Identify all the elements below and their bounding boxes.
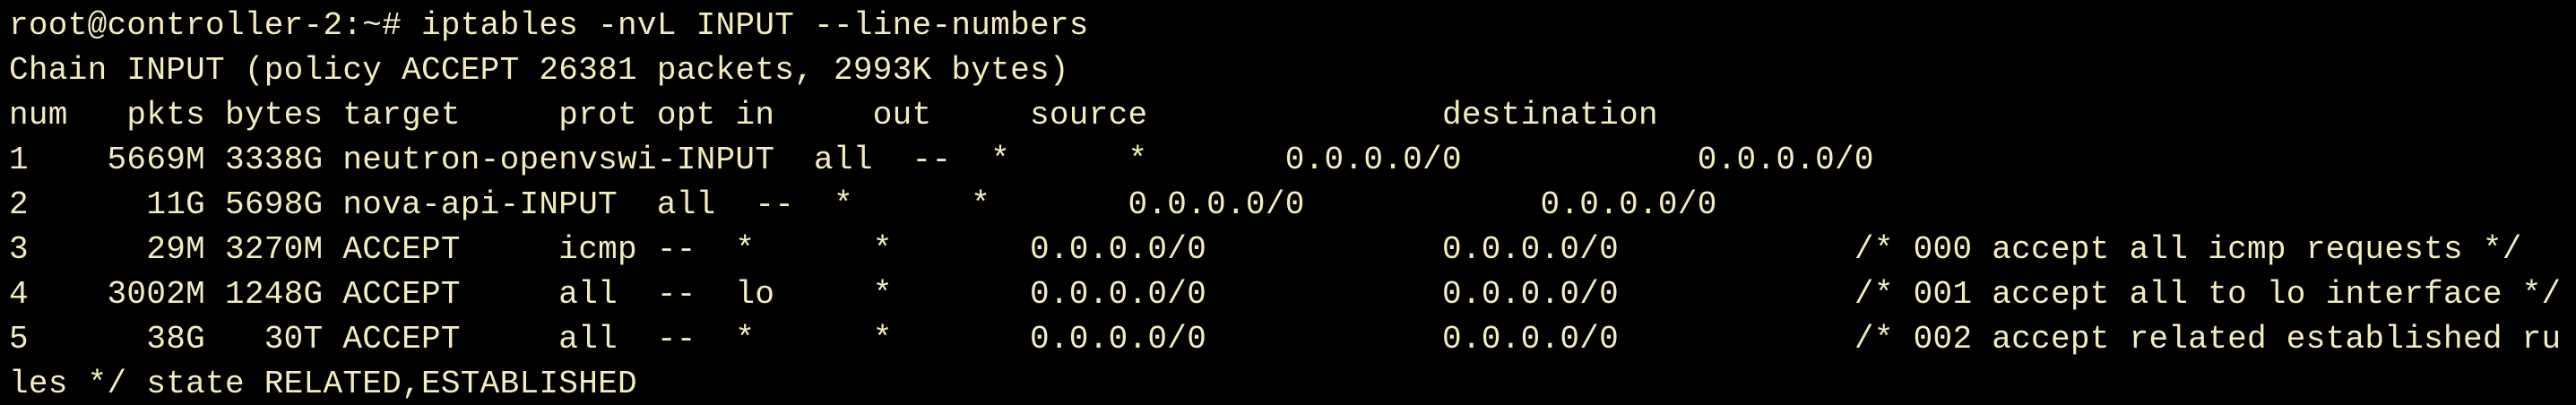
rule-row: 4 3002M 1248G ACCEPT all -- lo * 0.0.0.0… [9, 276, 2562, 313]
chain-header: Chain INPUT (policy ACCEPT 26381 packets… [9, 52, 1069, 89]
rule-row: 1 5669M 3338G neutron-openvswi-INPUT all… [9, 142, 1874, 178]
wrapped-continuation: les */ state RELATED,ESTABLISHED [9, 366, 637, 402]
terminal-window[interactable]: root@controller-2:~# iptables -nvL INPUT… [0, 0, 2576, 405]
rule-row: 5 38G 30T ACCEPT all -- * * 0.0.0.0/0 0.… [9, 321, 2562, 358]
rule-row: 2 11G 5698G nova-api-INPUT all -- * * 0.… [9, 186, 1717, 223]
columns-header: num pkts bytes target prot opt in out so… [9, 97, 1658, 134]
terminal-output: root@controller-2:~# iptables -nvL INPUT… [9, 4, 2576, 405]
rule-row: 3 29M 3270M ACCEPT icmp -- * * 0.0.0.0/0… [9, 231, 2522, 268]
command-line: root@controller-2:~# iptables -nvL INPUT… [9, 7, 1089, 44]
